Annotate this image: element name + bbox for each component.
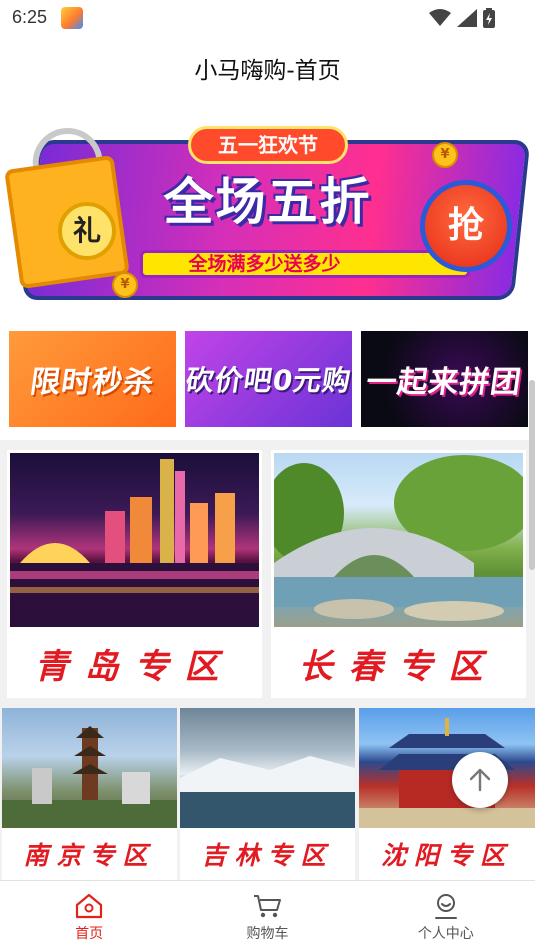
zone-jilin[interactable]: 吉林专区 xyxy=(180,708,355,880)
home-scroll-area[interactable]: 礼 五一狂欢节 全场五折 全场满多少送多少 抢 ¥ ¥ 限时秒杀 砍价吧0元购 … xyxy=(0,100,535,880)
zone-photo xyxy=(2,708,177,828)
zone-label: 南京专区 xyxy=(23,841,156,870)
zone-changchun[interactable]: 长春专区 xyxy=(271,450,526,698)
page-title: 小马嗨购-首页 xyxy=(194,58,341,84)
promo-label: 一起来拼团 xyxy=(364,365,524,400)
battery-charging-icon xyxy=(483,8,495,28)
status-icons xyxy=(429,8,495,28)
cellular-signal-icon xyxy=(457,9,477,27)
promo-label: 砍价吧0元购 xyxy=(185,364,352,397)
promo-bargain[interactable]: 砍价吧0元购 xyxy=(185,331,352,427)
zone-qingdao[interactable]: 青岛专区 xyxy=(7,450,262,698)
tab-home[interactable]: 首页 xyxy=(0,881,178,951)
coin-icon: ¥ xyxy=(432,142,458,168)
zone-label: 沈阳专区 xyxy=(380,841,513,870)
zone-label: 青岛专区 xyxy=(34,646,235,687)
zone-photo xyxy=(359,708,535,828)
scrollbar[interactable] xyxy=(529,380,535,570)
zone-label: 长春专区 xyxy=(298,646,499,687)
cart-icon xyxy=(254,894,282,917)
tab-label: 首页 xyxy=(75,925,104,942)
tab-label: 个人中心 xyxy=(417,925,474,942)
status-bar: 6:25 xyxy=(0,0,535,36)
zone-shenyang[interactable]: 沈阳专区 xyxy=(359,708,535,880)
zone-nanjing[interactable]: 南京专区 xyxy=(2,708,177,880)
zone-photo xyxy=(10,453,259,627)
banner-tag: 五一狂欢节 xyxy=(188,126,348,164)
back-to-top-button[interactable] xyxy=(452,752,508,808)
tab-cart[interactable]: 购物车 xyxy=(178,881,356,951)
profile-icon xyxy=(434,893,457,919)
changchun-bridge xyxy=(274,455,523,621)
tab-profile[interactable]: 个人中心 xyxy=(357,881,535,951)
promo-flash-sale[interactable]: 限时秒杀 xyxy=(9,331,176,427)
bottom-tab-bar: 首页 购物车 个人中心 xyxy=(0,880,535,951)
promo-label: 限时秒杀 xyxy=(27,365,157,400)
zone-photo xyxy=(180,708,355,828)
grab-badge: 抢 xyxy=(420,180,512,272)
zone-label: 吉林专区 xyxy=(201,841,334,870)
home-icon xyxy=(76,893,103,918)
promo-group-buy[interactable]: 一起来拼团 xyxy=(361,331,528,427)
promo-banner[interactable]: 礼 五一狂欢节 全场五折 全场满多少送多少 抢 ¥ ¥ xyxy=(0,100,535,322)
promo-row: 限时秒杀 砍价吧0元购 一起来拼团 xyxy=(0,322,535,440)
tab-label: 购物车 xyxy=(246,925,289,942)
banner-subline: 全场满多少送多少 xyxy=(188,253,341,275)
app-notification-icon xyxy=(61,7,83,29)
zone-photo xyxy=(274,453,523,627)
qingdao-skyline xyxy=(10,459,259,627)
nanjing-pagoda xyxy=(2,726,177,828)
jilin-lake xyxy=(180,756,355,828)
arrow-up-icon xyxy=(469,768,491,792)
shenyang-palace xyxy=(359,718,535,828)
banner-headline: 全场五折 xyxy=(163,173,372,231)
gift-badge: 礼 xyxy=(58,202,116,260)
title-bar: 小马嗨购-首页 xyxy=(0,36,535,100)
status-time: 6:25 xyxy=(12,7,48,27)
wifi-icon xyxy=(429,9,451,26)
coin-icon: ¥ xyxy=(112,272,138,298)
